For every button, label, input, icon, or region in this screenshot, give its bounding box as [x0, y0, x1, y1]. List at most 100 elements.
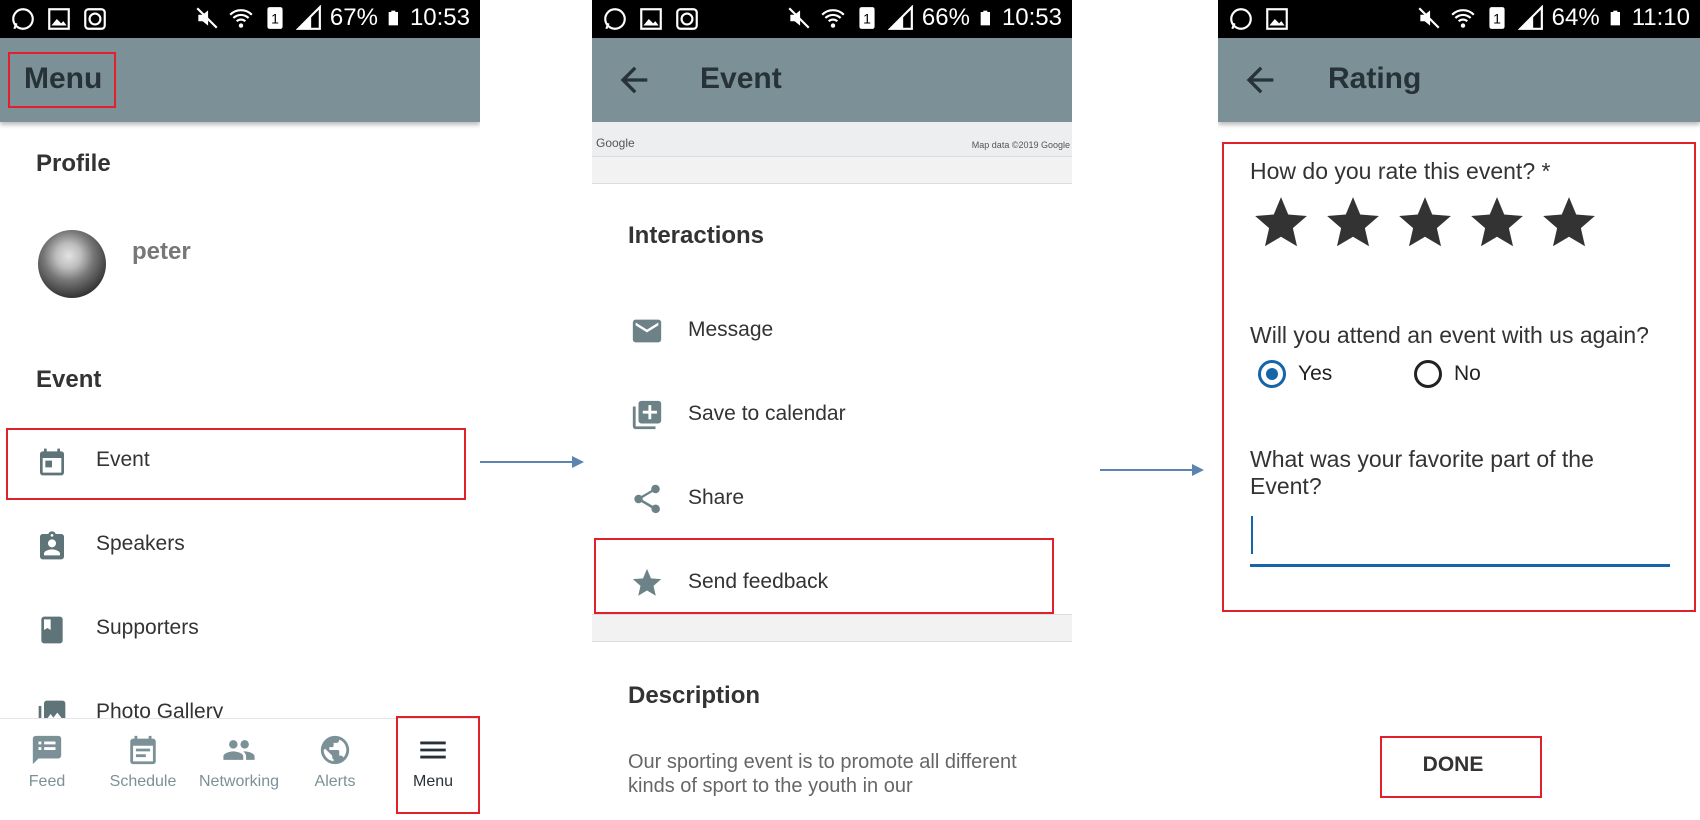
nav-schedule[interactable]: Schedule: [98, 719, 188, 819]
signal-icon: [295, 5, 321, 30]
nav-label: Schedule: [109, 773, 177, 790]
rating-star-icon[interactable]: [1322, 192, 1384, 254]
menu-screen: 1 67% 10:53 Menu Profile peter Event Eve…: [0, 0, 480, 820]
badge-icon: [40, 531, 64, 560]
section-divider: [592, 614, 1072, 642]
description-heading: Description: [628, 682, 761, 709]
map-attribution: Map data ©2019 Google: [971, 140, 1070, 150]
nav-label: Feed: [28, 773, 66, 790]
map-preview[interactable]: Google Map data ©2019 Google: [592, 122, 1072, 156]
mute-icon: [1418, 7, 1440, 29]
event-screen: 1 66% 10:53 Event Google Map data ©2019 …: [592, 0, 1072, 820]
signal-icon: [887, 5, 913, 30]
rating-star-icon[interactable]: [1250, 192, 1312, 254]
people-icon: [223, 740, 255, 760]
map-logo: Google: [596, 136, 635, 150]
interaction-label: Message: [688, 318, 774, 341]
app-bar: Event: [592, 38, 1072, 122]
whatsapp-icon: [604, 8, 626, 30]
menu-item-label: Supporters: [96, 616, 199, 639]
share-row[interactable]: Share: [592, 466, 1072, 530]
globe-icon: [320, 735, 350, 765]
mute-icon: [788, 7, 810, 29]
status-bar: 1 67% 10:53: [0, 0, 480, 38]
sim-icon: 1: [267, 7, 283, 29]
bookmark-icon: [41, 616, 63, 644]
menu-item-supporters[interactable]: Supporters: [0, 600, 480, 660]
message-row[interactable]: Message: [592, 298, 1072, 362]
back-arrow-icon[interactable]: [1240, 60, 1280, 100]
status-bar: 1 66% 10:53: [592, 0, 1072, 38]
gallery-icon: [1266, 8, 1288, 30]
svg-text:1: 1: [1493, 10, 1501, 26]
mail-icon: [632, 319, 662, 343]
page-title: Rating: [1328, 62, 1422, 95]
flow-arrow-line: [1100, 469, 1192, 471]
flow-arrow-head: [1192, 464, 1204, 476]
feed-icon: [32, 735, 62, 765]
wifi-icon: [821, 9, 845, 28]
highlight-event-item: [6, 428, 466, 500]
clock: 10:53: [1001, 4, 1062, 31]
highlight-menu-tab: [396, 716, 480, 814]
nav-alerts[interactable]: Alerts: [290, 719, 380, 819]
section-divider: [592, 156, 1072, 184]
battery-icon: [980, 10, 990, 26]
whatsapp-icon: [1230, 8, 1252, 30]
yes-label[interactable]: Yes: [1298, 362, 1332, 386]
avatar[interactable]: [38, 230, 106, 298]
wifi-icon: [1451, 9, 1475, 28]
favorite-part-question: What was your favorite part of the Event…: [1250, 446, 1594, 499]
rating-question: How do you rate this event? *: [1250, 158, 1551, 184]
nav-label: Alerts: [314, 773, 356, 790]
back-arrow-icon[interactable]: [614, 60, 654, 100]
battery-percent: 64%: [1551, 4, 1600, 31]
schedule-icon: [130, 735, 156, 765]
clock: 11:10: [1631, 4, 1690, 31]
mute-icon: [196, 7, 218, 29]
nav-feed[interactable]: Feed: [2, 719, 92, 819]
yes-radio[interactable]: [1258, 360, 1286, 388]
whatsapp-icon: [12, 8, 34, 30]
interactions-heading: Interactions: [628, 222, 765, 249]
rating-star-icon[interactable]: [1538, 192, 1600, 254]
app-notification-icon: [676, 8, 698, 30]
rating-star-icon[interactable]: [1394, 192, 1456, 254]
event-heading: Event: [36, 366, 102, 393]
flow-arrow-line: [480, 461, 572, 463]
description-text: Our sporting event is to promote all dif…: [628, 751, 1017, 797]
flow-arrow-head: [572, 456, 584, 468]
battery-icon: [388, 10, 398, 26]
no-label[interactable]: No: [1454, 362, 1481, 386]
wifi-icon: [229, 9, 253, 28]
attend-again-question: Will you attend an event with us again?: [1250, 322, 1649, 348]
page-title: Event: [700, 62, 782, 95]
interaction-label: Save to calendar: [688, 402, 846, 425]
no-radio[interactable]: [1414, 360, 1442, 388]
text-caret: [1251, 516, 1253, 554]
highlight-menu-title: [8, 52, 116, 108]
signal-icon: [1517, 5, 1543, 30]
rating-screen: 1 64% 11:10 Rating How do you rate this …: [1218, 0, 1700, 820]
interaction-label: Share: [688, 486, 745, 509]
sim-icon: 1: [859, 7, 875, 29]
username[interactable]: peter: [132, 238, 191, 266]
menu-item-speakers[interactable]: Speakers: [0, 516, 480, 576]
battery-percent: 66%: [921, 4, 970, 31]
share-icon: [634, 484, 660, 514]
add-calendar-icon: [632, 400, 662, 430]
battery-percent: 67%: [329, 4, 378, 31]
profile-heading: Profile: [36, 150, 111, 177]
svg-text:1: 1: [271, 10, 279, 26]
highlight-send-feedback: [594, 538, 1054, 614]
status-bar: 1 64% 11:10: [1218, 0, 1700, 38]
clock: 10:53: [409, 4, 470, 31]
app-bar: Rating: [1218, 38, 1700, 122]
gallery-icon: [640, 8, 662, 30]
rating-star-icon[interactable]: [1466, 192, 1528, 254]
save-to-calendar-row[interactable]: Save to calendar: [592, 382, 1072, 446]
app-notification-icon: [84, 8, 106, 30]
svg-text:1: 1: [863, 10, 871, 26]
nav-networking[interactable]: Networking: [194, 719, 284, 819]
favorite-part-input[interactable]: [1250, 510, 1670, 567]
